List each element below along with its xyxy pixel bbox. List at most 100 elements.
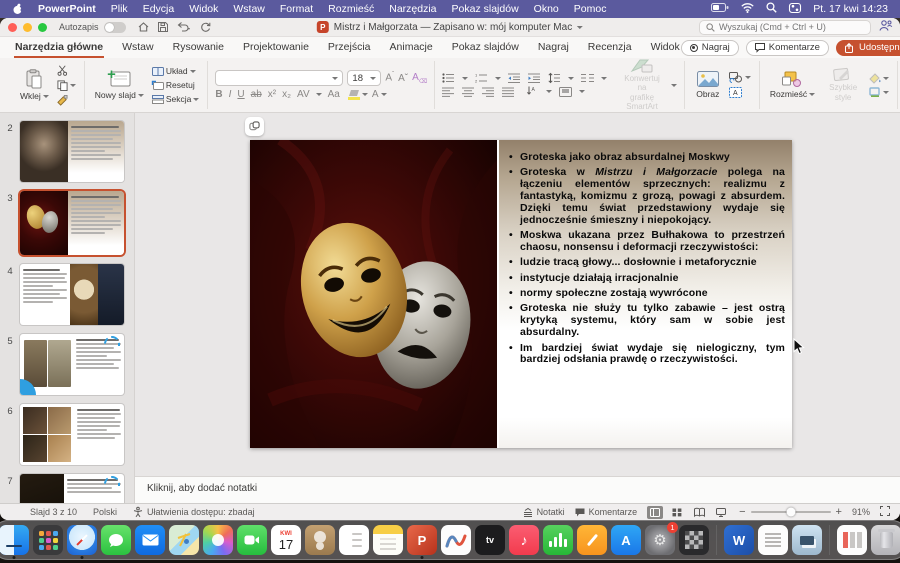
menu-item-pokaz-slajdow[interactable]: Pokaz slajdów [452,3,519,15]
dock-finder[interactable] [0,525,29,555]
control-center-icon[interactable] [789,3,801,16]
paste-button[interactable]: Wklej [17,67,52,103]
document-title[interactable]: P Mistrz i Małgorzata — Zapisano w: mój … [317,21,583,33]
tab-animacje[interactable]: Animacje [389,38,434,58]
search-field[interactable] [699,20,871,35]
superscript-button[interactable]: x² [268,89,276,100]
undo-icon[interactable] [177,22,191,32]
autosave-toggle[interactable] [104,22,126,33]
bold-button[interactable]: B [215,89,222,100]
menu-item-wstaw[interactable]: Wstaw [233,3,265,15]
clear-formatting-button[interactable]: A⌫ [412,72,427,85]
decrease-font-button[interactable]: Aˇ [398,73,408,84]
shape-fill-button[interactable] [868,72,890,84]
character-spacing-button[interactable]: AV [297,89,310,100]
menu-item-plik[interactable]: Plik [111,3,128,15]
share-button[interactable]: Udostępnij [836,40,900,56]
italic-button[interactable]: I [229,89,232,100]
increase-indent-button[interactable] [528,73,541,83]
dock-documents[interactable] [837,525,867,555]
copilot-canvas-button[interactable] [245,117,264,136]
menu-bar-clock[interactable]: Pt. 17 kwi 14:23 [813,3,888,15]
apple-menu[interactable] [12,3,23,15]
tab-rysowanie[interactable]: Rysowanie [172,38,225,58]
tab-wstaw[interactable]: Wstaw [121,38,155,58]
dock-reminders[interactable] [339,525,369,555]
underline-button[interactable]: U [237,89,244,100]
font-name-combo[interactable] [215,70,343,86]
align-left-button[interactable] [442,87,455,97]
highlight-color-button[interactable] [348,90,368,100]
menu-item-edycja[interactable]: Edycja [143,3,175,15]
increase-font-button[interactable]: Aˆ [385,72,394,83]
menu-item-rozmiesc[interactable]: Rozmieść [328,3,374,15]
thumbnail-slide-4[interactable]: 4 [0,264,134,325]
dock-appletv[interactable]: tv [475,525,505,555]
align-right-button[interactable] [482,87,495,97]
dock-mail[interactable] [135,525,165,555]
align-center-button[interactable] [462,87,475,97]
numbering-button[interactable]: 12 [475,73,488,83]
dock-messages[interactable] [101,525,131,555]
menu-item-narzedzia[interactable]: Narzędzia [389,3,436,15]
dock-maps[interactable] [169,525,199,555]
bullets-button[interactable] [442,73,455,83]
change-case-button[interactable]: Aa [328,89,340,100]
convert-smartart-button[interactable]: Konwertuj nagrafikę SmartArt [617,56,667,113]
font-color-button[interactable]: A [372,91,387,99]
fullscreen-window-button[interactable] [38,23,47,32]
normal-view-button[interactable] [647,506,663,519]
copy-button[interactable] [56,79,77,92]
dock-settings[interactable]: ⚙1 [645,525,675,555]
tab-nagraj[interactable]: Nagraj [537,38,570,58]
menu-item-format[interactable]: Format [280,3,313,15]
dock-music[interactable]: ♪ [509,525,539,555]
wifi-icon[interactable] [741,3,754,16]
tab-narzedzia-glowne[interactable]: Narzędzia główne [14,38,104,58]
minimize-window-button[interactable] [23,23,32,32]
save-icon[interactable] [158,22,168,32]
zoom-percentage[interactable]: 91% [852,507,870,517]
notes-pane[interactable]: Kliknij, aby dodać notatki [135,476,900,503]
thumbnail-slide-6[interactable]: 6 [0,404,134,465]
comments-button[interactable]: Komentarze [746,40,829,56]
slide-sorter-view-button[interactable] [669,506,685,519]
tab-widok[interactable]: Widok [650,38,681,58]
line-spacing-button[interactable] [548,73,561,83]
dock-chess[interactable] [679,525,709,555]
language-indicator[interactable]: Polski [93,507,117,517]
font-size-combo[interactable]: 18 [347,70,381,86]
dock-powerpoint[interactable]: P [407,525,437,555]
zoom-slider[interactable] [751,511,831,513]
justify-button[interactable] [502,87,515,97]
cut-button[interactable] [56,64,77,77]
slide-text-placeholder[interactable]: Groteska jako obraz absurdalnej Moskwy G… [497,140,792,448]
tab-projektowanie[interactable]: Projektowanie [242,38,310,58]
dock-launchpad[interactable] [33,525,63,555]
dock-word[interactable]: W [724,525,754,555]
align-text-button[interactable] [559,87,572,97]
picture-button[interactable]: Obraz [692,69,724,101]
comments-toggle[interactable]: Komentarze [575,507,638,517]
dock-calendar[interactable]: kwi17 [271,525,301,555]
layout-button[interactable]: Układ [151,65,201,77]
thumbnail-slide-5[interactable]: 5 [0,334,134,395]
text-direction-button[interactable]: A [526,86,539,97]
tab-przejscia[interactable]: Przejścia [327,38,372,58]
dock-facetime[interactable] [237,525,267,555]
tab-recenzja[interactable]: Recenzja [587,38,633,58]
zoom-slider-knob[interactable] [786,508,795,517]
search-input[interactable] [719,22,864,32]
slideshow-view-button[interactable] [713,506,729,519]
zoom-in-button[interactable]: + [836,506,842,518]
home-icon[interactable] [138,22,149,32]
battery-icon[interactable] [711,3,729,15]
decrease-indent-button[interactable] [508,73,521,83]
dock-freeform[interactable] [441,525,471,555]
reading-view-button[interactable] [691,506,707,519]
dock-textedit[interactable] [758,525,788,555]
fit-slide-button[interactable] [880,506,890,518]
menu-item-pomoc[interactable]: Pomoc [574,3,607,15]
slide-editor-canvas[interactable]: Groteska jako obraz absurdalnej Moskwy G… [135,113,900,476]
section-button[interactable]: Sekcja [151,93,201,105]
